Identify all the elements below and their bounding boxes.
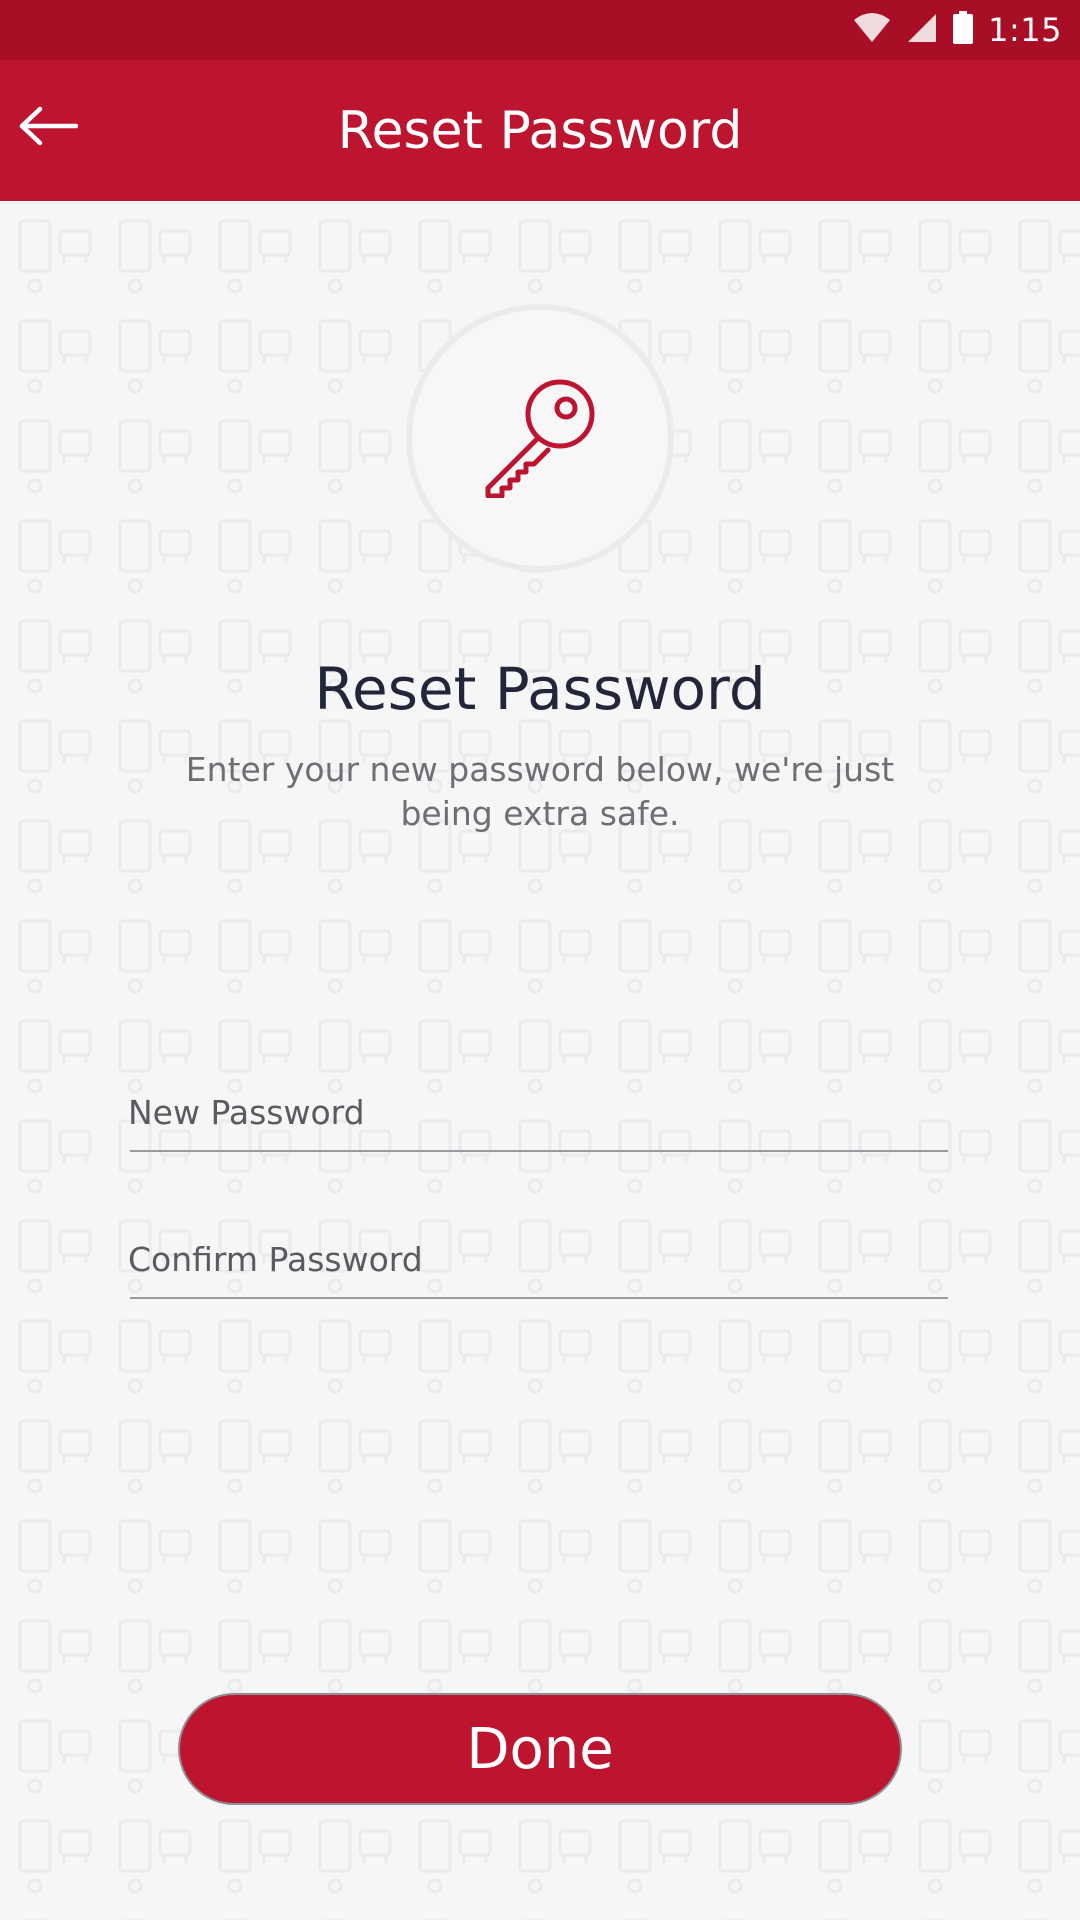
new-password-underline bbox=[130, 1150, 948, 1152]
new-password-field-container bbox=[128, 1076, 948, 1156]
app-bar-title: Reset Password bbox=[337, 100, 743, 161]
key-icon-circle bbox=[406, 304, 674, 572]
wifi-icon bbox=[852, 12, 892, 48]
confirm-password-field-container bbox=[128, 1223, 948, 1303]
key-icon bbox=[478, 374, 602, 502]
done-button[interactable]: Done bbox=[178, 1693, 902, 1805]
status-time: 1:15 bbox=[988, 11, 1062, 49]
confirm-password-input[interactable] bbox=[128, 1223, 948, 1295]
battery-icon bbox=[952, 11, 974, 49]
new-password-input[interactable] bbox=[128, 1076, 948, 1148]
cell-signal-icon bbox=[906, 12, 938, 48]
status-bar: 1:15 bbox=[0, 0, 1080, 60]
app-bar: Reset Password bbox=[0, 60, 1080, 201]
confirm-password-underline bbox=[130, 1297, 948, 1299]
status-icons: 1:15 bbox=[852, 0, 1062, 60]
arrow-left-icon bbox=[18, 106, 79, 150]
page-heading: Reset Password bbox=[314, 655, 766, 723]
back-button[interactable] bbox=[8, 88, 88, 168]
page-subtitle: Enter your new password below, we're jus… bbox=[185, 750, 895, 833]
